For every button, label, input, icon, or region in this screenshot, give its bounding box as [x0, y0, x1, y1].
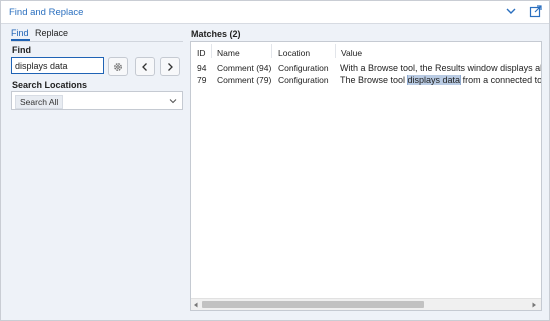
tab-find[interactable]: Find — [11, 28, 29, 38]
value-text: The Browse tool — [340, 75, 408, 85]
cell-value: With a Browse tool, the Results window d… — [340, 63, 542, 73]
scroll-right-icon[interactable] — [531, 302, 537, 308]
value-text: With a Browse tool, the Results window d… — [340, 63, 542, 73]
column-header-name[interactable]: Name — [217, 48, 240, 58]
chevron-left-icon — [142, 63, 147, 71]
column-separator — [211, 44, 212, 58]
cell-name: Comment (79) — [217, 75, 272, 85]
cell-value: The Browse tool displays data from a con… — [340, 75, 542, 85]
cell-name: Comment (94) — [217, 63, 272, 73]
cell-location: Configuration — [278, 63, 329, 73]
column-header-id[interactable]: ID — [197, 48, 206, 58]
popout-icon[interactable] — [529, 4, 543, 18]
match-highlight: displays data — [406, 75, 462, 85]
previous-match-button[interactable] — [135, 57, 155, 76]
tab-divider — [11, 41, 183, 42]
cell-id: 79 — [197, 75, 207, 85]
selected-location: Search All — [15, 95, 64, 109]
cell-id: 94 — [197, 63, 207, 73]
chevron-down-icon — [169, 99, 177, 104]
chevron-right-icon — [168, 63, 173, 71]
search-locations-label: Search Locations — [12, 80, 88, 90]
column-separator — [271, 44, 272, 58]
find-input[interactable] — [11, 57, 104, 74]
find-replace-window: Find and Replace Find Replace Find displ… — [0, 0, 550, 321]
column-header-value[interactable]: Value — [341, 48, 362, 58]
window-title: Find and Replace — [9, 7, 84, 18]
column-separator — [335, 44, 336, 58]
matches-heading: Matches (2) — [191, 29, 241, 39]
gear-icon — [114, 63, 122, 71]
column-header-location[interactable]: Location — [278, 48, 310, 58]
search-locations-select[interactable]: Search All — [11, 91, 183, 110]
settings-button[interactable] — [108, 57, 128, 76]
horizontal-scrollbar[interactable] — [191, 298, 541, 310]
scroll-left-icon[interactable] — [193, 302, 199, 308]
scrollbar-thumb[interactable] — [202, 301, 424, 308]
next-match-button[interactable] — [160, 57, 180, 76]
find-label: Find — [12, 45, 31, 55]
cell-location: Configuration — [278, 75, 329, 85]
matches-table: ID Name Location Value 94 Comment (94) C… — [190, 41, 542, 311]
value-text-after: from a connected tool as — [462, 75, 542, 85]
title-bar: Find and Replace — [1, 1, 549, 24]
tab-replace[interactable]: Replace — [35, 28, 68, 38]
chevron-down-icon[interactable] — [504, 4, 518, 18]
